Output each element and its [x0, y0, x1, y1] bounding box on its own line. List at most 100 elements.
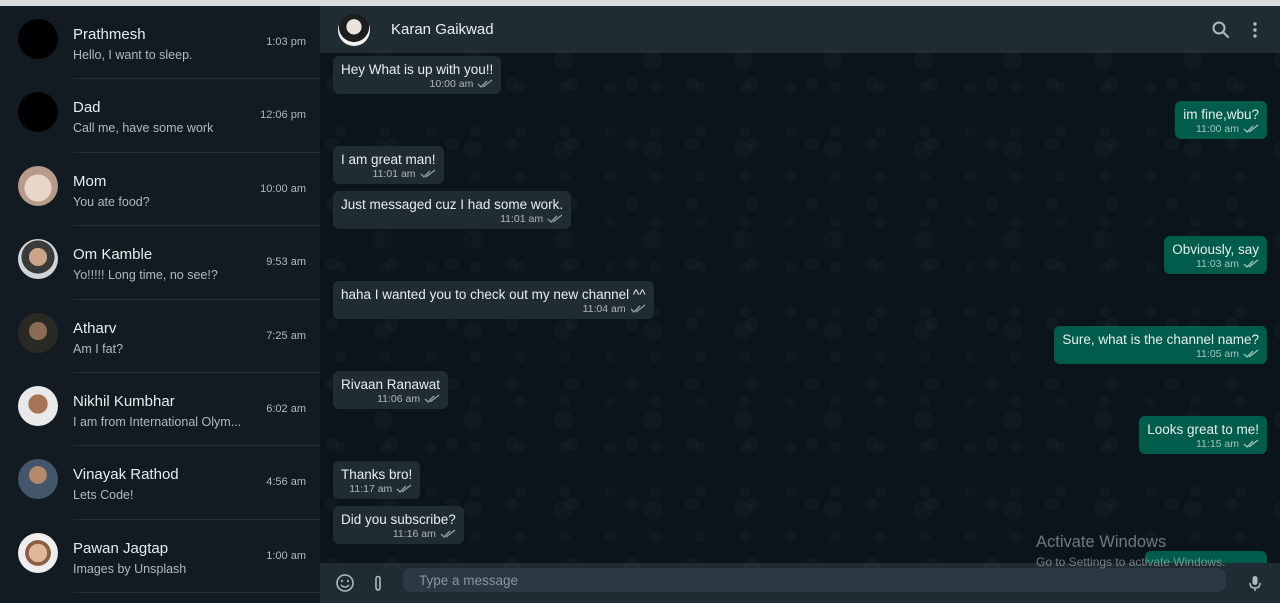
chat-list-item[interactable]: Dad Call me, have some work 12:06 pm: [0, 79, 320, 153]
chat-preview: I am from International Olym...: [73, 414, 242, 429]
chat-time: 6:02 am: [266, 402, 306, 415]
message-composer: [320, 563, 1280, 603]
chat-time: 10:00 am: [260, 182, 306, 195]
message-text: Just messaged cuz I had some work.: [341, 197, 564, 212]
chat-preview: Call me, have some work: [73, 121, 214, 136]
double-check-icon: [1243, 439, 1259, 448]
message-time: 11:03 am: [1196, 258, 1239, 270]
message-time: 11:04 am: [582, 303, 626, 315]
watermark-subtitle: Go to Settings to activate Windows.: [1036, 555, 1226, 569]
chat-time: 9:53 am: [266, 256, 306, 269]
message-time: 11:00 am: [1196, 123, 1239, 135]
message-text: Rivaan Ranawat: [341, 377, 441, 392]
chat-time: 1:03 pm: [266, 36, 306, 48]
chat-list-item[interactable]: Pawan Jagtap Images by Unsplash 1:00 am: [0, 520, 320, 594]
message-bubble-outgoing[interactable]: Sure, what is the channel name? 11:05 am: [1054, 326, 1267, 364]
double-check-icon: [630, 304, 646, 313]
message-time: 11:06 am: [377, 393, 421, 405]
chat-time: 12:06 pm: [260, 109, 306, 122]
chat-preview: You ate food?: [73, 194, 150, 209]
chat-preview: Images by Unsplash: [73, 561, 187, 576]
chat-time: 7:25 am: [266, 329, 306, 342]
message-bubble-outgoing[interactable]: im fine,wbu? 11:00 am: [1175, 101, 1267, 139]
message-input[interactable]: [403, 568, 1226, 592]
chat-name: Mom: [73, 172, 107, 190]
chat-name: Pawan Jagtap: [73, 539, 169, 557]
chat-list-item[interactable]: Nikhil Kumbhar I am from International O…: [0, 373, 320, 447]
message-bubble-outgoing[interactable]: Obviously, say 11:03 am: [1164, 236, 1267, 274]
message-text: Sure, what is the channel name?: [1062, 332, 1259, 347]
chat-preview: Am I fat?: [73, 341, 124, 356]
chat-name: Vinayak Rathod: [73, 466, 179, 484]
message-bubble-incoming[interactable]: Rivaan Ranawat 11:06 am: [333, 371, 449, 409]
menu-dots-icon[interactable]: [1245, 20, 1265, 40]
chat-name: Om Kamble: [73, 246, 153, 264]
message-list[interactable]: Hey What is up with you!! 10:00 am im fi…: [320, 53, 1280, 591]
avatar: [18, 92, 58, 133]
message-text: haha I wanted you to check out my new ch…: [341, 287, 646, 302]
message-bubble-incoming[interactable]: I am great man! 11:01 am: [333, 146, 444, 184]
conversation-panel: Karan Gaikwad Hey What is up with you!! …: [320, 6, 1280, 603]
chat-name: Nikhil Kumbhar: [73, 392, 175, 410]
double-check-icon: [1243, 259, 1259, 268]
message-bubble-incoming[interactable]: Did you subscribe? 11:16 am: [333, 506, 464, 544]
double-check-icon: [1243, 349, 1259, 358]
double-check-icon: [424, 394, 440, 403]
double-check-icon: [547, 214, 563, 223]
message-time: 11:01 am: [372, 168, 416, 180]
chat-list-item[interactable]: Vinayak Rathod Lets Code! 4:56 am: [0, 446, 320, 520]
message-bubble-incoming[interactable]: Just messaged cuz I had some work. 11:01…: [333, 191, 572, 229]
avatar: [18, 385, 58, 426]
chat-preview: Lets Code!: [73, 488, 134, 503]
double-check-icon: [477, 79, 493, 88]
message-text: Obviously, say: [1172, 242, 1259, 257]
chat-name: Dad: [73, 99, 101, 117]
message-text: Thanks bro!: [341, 467, 413, 482]
message-time: 11:17 am: [349, 483, 393, 495]
search-icon[interactable]: [1211, 20, 1231, 40]
chat-time: 4:56 am: [266, 476, 306, 489]
message-time: 11:01 am: [500, 213, 544, 225]
message-time: 11:05 am: [1196, 348, 1239, 360]
attach-icon[interactable]: [368, 573, 388, 593]
avatar: [18, 459, 58, 500]
conversation-header: Karan Gaikwad: [320, 6, 1280, 53]
chat-time: 1:00 am: [266, 549, 306, 562]
double-check-icon: [1243, 124, 1259, 133]
message-bubble-incoming[interactable]: Thanks bro! 11:17 am: [333, 461, 421, 499]
message-text: Looks great to me!: [1147, 422, 1259, 437]
contact-avatar[interactable]: [338, 14, 370, 46]
message-time: 11:15 am: [1196, 438, 1239, 450]
avatar: [18, 165, 58, 206]
chat-list-item[interactable]: Prathmesh Hello, I want to sleep. 1:03 p…: [0, 6, 320, 80]
message-text: Hey What is up with you!!: [341, 62, 494, 77]
message-text: Did you subscribe?: [341, 512, 456, 527]
chat-list-sidebar: Prathmesh Hello, I want to sleep. 1:03 p…: [0, 6, 320, 603]
avatar: [18, 532, 58, 573]
activate-windows-watermark: Activate Windows Go to Settings to activ…: [1036, 533, 1225, 569]
emoji-icon[interactable]: [335, 573, 355, 593]
double-check-icon: [396, 484, 412, 493]
chat-preview: Yo!!!!! Long time, no see!?: [73, 268, 218, 283]
chat-name: Prathmesh: [73, 26, 146, 43]
contact-name[interactable]: Karan Gaikwad: [391, 21, 494, 38]
double-check-icon: [420, 169, 435, 178]
avatar: [18, 312, 58, 353]
chat-list-item[interactable]: Atharv Am I fat? 7:25 am: [0, 300, 320, 373]
message-time: 11:16 am: [392, 528, 436, 540]
message-bubble-incoming[interactable]: haha I wanted you to check out my new ch…: [333, 281, 654, 319]
message-text: I am great man!: [341, 152, 436, 167]
message-bubble-outgoing[interactable]: Looks great to me! 11:15 am: [1139, 416, 1267, 454]
chat-preview: Hello, I want to sleep.: [73, 48, 193, 62]
avatar: [18, 239, 58, 280]
watermark-title: Activate Windows: [1036, 533, 1167, 551]
mic-icon[interactable]: [1245, 573, 1265, 593]
chat-list-item[interactable]: Mom You ate food? 10:00 am: [0, 153, 320, 227]
message-bubble-incoming[interactable]: Hey What is up with you!! 10:00 am: [333, 56, 502, 94]
chat-list-item[interactable]: Om Kamble Yo!!!!! Long time, no see!? 9:…: [0, 226, 320, 300]
avatar: [18, 19, 58, 59]
chat-name: Atharv: [73, 319, 117, 337]
message-text: im fine,wbu?: [1183, 107, 1259, 122]
message-time: 10:00 am: [429, 78, 474, 90]
double-check-icon: [440, 529, 456, 538]
